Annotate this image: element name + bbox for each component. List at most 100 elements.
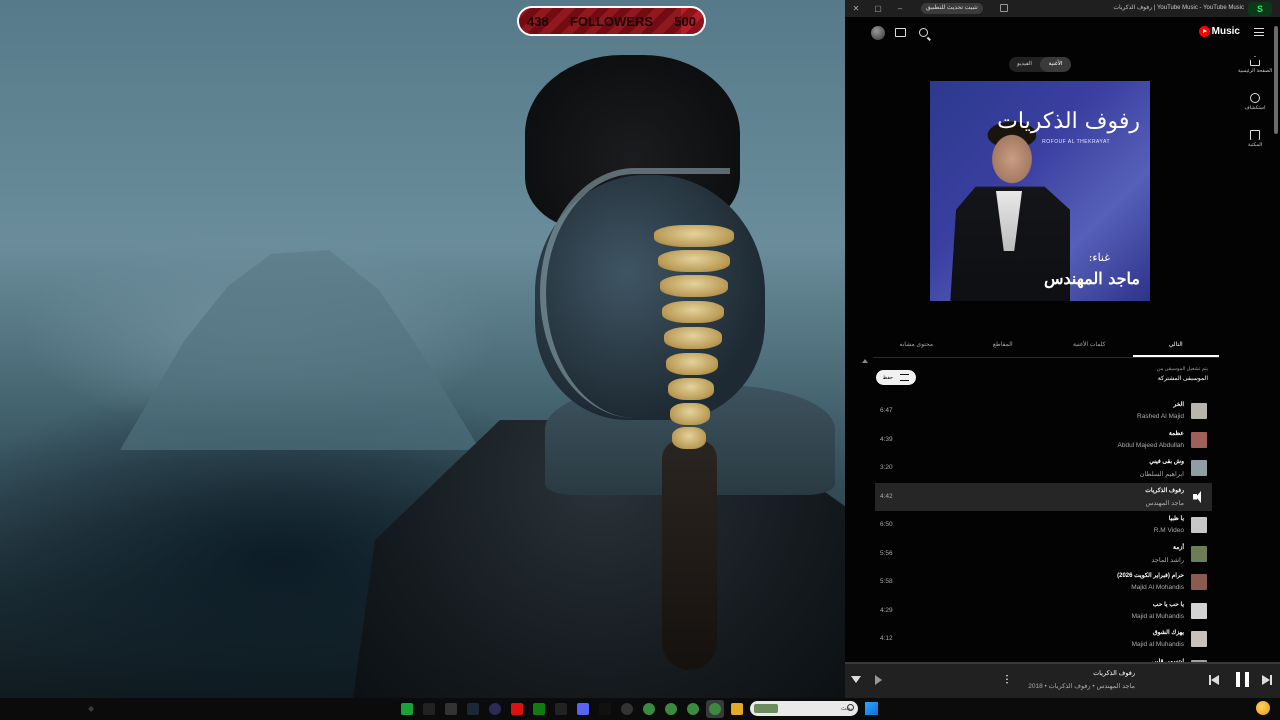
avatar[interactable] xyxy=(871,26,885,40)
queue-item[interactable]: 5:58 حرام (فبراير الكويت 2026) Majid Al Mo… xyxy=(875,568,1212,597)
queue-item[interactable]: 4:42 رفوف الذكريات ماجد المهندس xyxy=(875,482,1212,511)
rail-item-home[interactable]: الصفحة الرئيسية xyxy=(1230,56,1280,89)
song-video-toggle: الفيديو الأغنية xyxy=(1009,57,1071,72)
queue-item-duration: 6:47 xyxy=(880,407,893,414)
library-icon xyxy=(1250,130,1260,140)
extension-icon[interactable] xyxy=(1000,4,1008,12)
youtube-app-icon[interactable] xyxy=(508,700,526,718)
queue-item-duration: 4:42 xyxy=(880,492,893,500)
chrome-app-icon[interactable] xyxy=(706,700,724,718)
next-track-icon[interactable] xyxy=(1262,675,1272,685)
video-toggle-option[interactable]: الفيديو xyxy=(1009,57,1040,72)
windows-start-icon[interactable] xyxy=(865,702,878,715)
queue-item-title: وش بقى فيني xyxy=(1149,459,1184,465)
install-update-button[interactable]: تثبيت تحديث للتطبيق xyxy=(921,3,983,14)
ytm-header: Music xyxy=(845,20,1280,46)
collapse-caret-icon[interactable] xyxy=(862,359,868,363)
cast-icon[interactable] xyxy=(895,28,906,37)
search-icon[interactable] xyxy=(919,28,928,37)
wallpaper-spine xyxy=(650,225,740,465)
maximize-window-button[interactable]: ▢ xyxy=(867,4,889,13)
app-badge-icon[interactable]: S xyxy=(1248,2,1272,16)
playing-from: يتم تشغيل الموسيقى من الموسيقى المشتركة xyxy=(1157,366,1208,382)
queue-item-artist: Majid al Muhandis xyxy=(1131,641,1184,648)
queue-item[interactable]: 4:12 يهزك الشوق Majid al Muhandis xyxy=(875,625,1212,654)
epic-app-icon[interactable] xyxy=(442,700,460,718)
capcut-app-icon[interactable] xyxy=(420,700,438,718)
more-options-icon[interactable] xyxy=(1006,674,1008,684)
queue-item-duration: 4:39 xyxy=(880,435,893,443)
playing-from-name[interactable]: الموسيقى المشتركة xyxy=(1157,375,1208,382)
player-tabs: محتوى مشابه المقاطع كلمات الأغنية التالي xyxy=(873,336,1219,358)
tiktok-app-icon[interactable] xyxy=(596,700,614,718)
queue-item[interactable]: 6:47 الخر Rashed Al Majid xyxy=(875,397,1212,426)
close-window-button[interactable]: ✕ xyxy=(845,4,867,13)
followers-goal-widget: 438 FOLLOWERS 500 xyxy=(517,6,706,36)
steam-icon xyxy=(467,703,479,715)
progress-bar[interactable] xyxy=(845,662,1280,664)
window-titlebar: ✕ ▢ – تثبيت تحديث للتطبيق رفوف الذكريات … xyxy=(845,0,1280,17)
queue-item-thumbnail xyxy=(1191,545,1207,562)
album-art: رفوف الذكريات ROFOUF AL THEKRAYAT غناء: … xyxy=(930,81,1150,301)
chrome-app-icon[interactable] xyxy=(662,700,680,718)
queue-item[interactable]: 4:39 عظمة Abdul Majeed Abdullah xyxy=(875,426,1212,455)
playing-from-label: يتم تشغيل الموسيقى من xyxy=(1156,366,1208,372)
queue-item[interactable]: 3:20 وش بقى فيني ابراهيم السلطان xyxy=(875,454,1212,483)
followers-label: FOLLOWERS xyxy=(569,13,654,29)
search-highlight-thumb xyxy=(754,704,778,713)
discord-app-icon[interactable] xyxy=(574,700,592,718)
queue-item-title: أزمة xyxy=(1173,544,1184,551)
play-icon[interactable] xyxy=(875,675,882,685)
pause-icon[interactable] xyxy=(1236,672,1249,687)
epic-icon xyxy=(445,703,457,715)
rail-item-library[interactable]: المكتبة xyxy=(1230,130,1280,163)
files-app-icon[interactable] xyxy=(728,700,746,718)
followers-goal: 500 xyxy=(674,13,696,29)
queue-item-title: حرام (فبراير الكويت 2026) xyxy=(1117,573,1184,579)
github-icon xyxy=(621,703,633,715)
minimize-window-button[interactable]: – xyxy=(889,4,911,13)
unity-app-icon[interactable] xyxy=(552,700,570,718)
now-playing-title[interactable]: رفوف الذكريات xyxy=(1093,669,1135,677)
previous-track-icon[interactable] xyxy=(1209,675,1219,685)
queue-item-artist: Rashed Al Majid xyxy=(1137,413,1184,420)
tray-chevron-icon[interactable]: ◆ xyxy=(88,704,96,713)
now-playing-speaker-icon xyxy=(1193,490,1206,503)
menu-icon[interactable] xyxy=(1254,28,1264,36)
logo-text: Music xyxy=(1211,26,1240,37)
queue-item[interactable]: 4:29 يا حب يا حب Majid al Muhandis xyxy=(875,597,1212,626)
song-toggle-option[interactable]: الأغنية xyxy=(1040,57,1071,72)
queue-item-thumbnail xyxy=(1191,602,1207,619)
youtube-music-logo[interactable]: Music xyxy=(1198,26,1240,37)
search-icon xyxy=(847,704,854,711)
youtube-music-logo-icon xyxy=(1198,26,1210,37)
xbox-icon xyxy=(401,703,413,715)
chrome-app-icon[interactable] xyxy=(640,700,658,718)
tab-clips[interactable]: المقاطع xyxy=(960,336,1047,357)
queue-item-artist: Majid Al Mohandis xyxy=(1131,584,1184,591)
github-app-icon[interactable] xyxy=(618,700,636,718)
taskbar-apps xyxy=(398,700,746,718)
queue-item-thumbnail xyxy=(1191,431,1207,448)
gamepass-app-icon[interactable] xyxy=(530,700,548,718)
album-art-subtitle: ROFOUF AL THEKRAYAT xyxy=(1042,139,1110,145)
chrome-app-icon[interactable] xyxy=(684,700,702,718)
queue-item[interactable]: 5:56 أزمة راشد الماجد xyxy=(875,540,1212,569)
obs-icon xyxy=(489,703,501,715)
queue-item[interactable]: 6:50 يا ظبيا R.M Video xyxy=(875,511,1212,540)
save-queue-button[interactable]: حفظ xyxy=(876,370,916,385)
wallpaper-mountain xyxy=(120,250,480,450)
taskbar-search[interactable]: بحث xyxy=(750,701,858,716)
tab-up-next[interactable]: التالي xyxy=(1132,336,1219,357)
steam-app-icon[interactable] xyxy=(464,700,482,718)
tab-related[interactable]: محتوى مشابه xyxy=(873,336,960,357)
expand-player-icon[interactable] xyxy=(851,676,861,683)
rail-item-explore[interactable]: استكشاف xyxy=(1230,93,1280,126)
tab-lyrics[interactable]: كلمات الأغنية xyxy=(1046,336,1133,357)
weather-icon[interactable] xyxy=(1256,701,1270,715)
wallpaper-braid xyxy=(662,440,717,670)
xbox-app-icon[interactable] xyxy=(398,700,416,718)
obs-app-icon[interactable] xyxy=(486,700,504,718)
queue-item-artist: R.M Video xyxy=(1153,527,1184,534)
queue-item-title: يهزك الشوق xyxy=(1153,630,1184,636)
